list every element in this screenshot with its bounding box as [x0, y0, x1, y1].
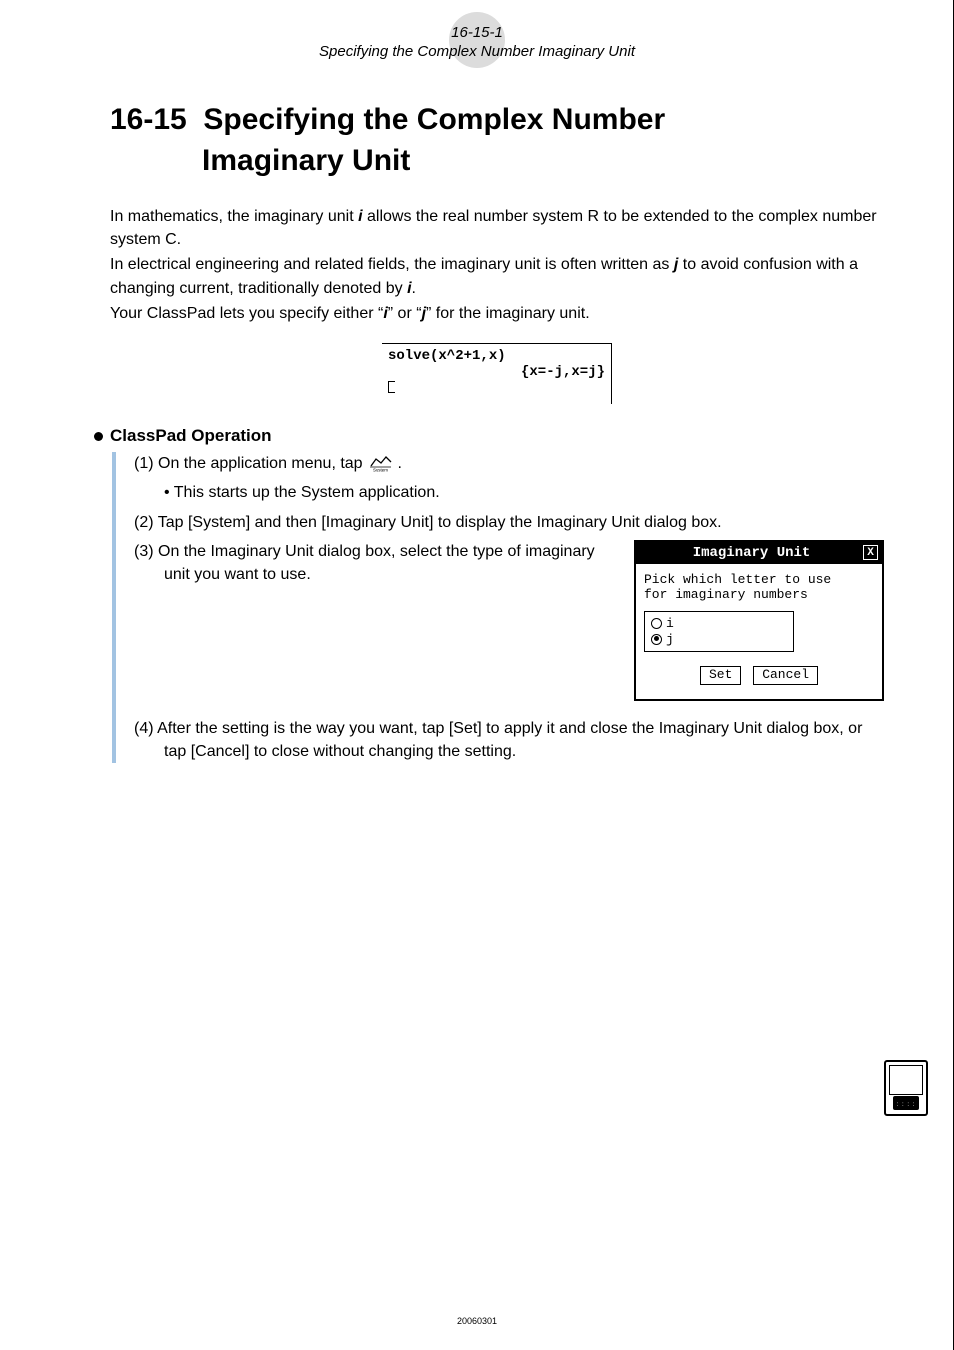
cancel-button[interactable]: Cancel: [753, 666, 818, 685]
page-header: 16-15-1 Specifying the Complex Number Im…: [0, 0, 954, 60]
section-title-line1: Specifying the Complex Number: [203, 100, 665, 141]
header-subtitle: Specifying the Complex Number Imaginary …: [0, 43, 954, 60]
intro-paragraph-3: Your ClassPad lets you specify either “i…: [110, 302, 884, 325]
solve-result-line: {x=-j,x=j}: [388, 364, 605, 380]
solve-output-figure: solve(x^2+1,x) {x=-j,x=j}: [382, 343, 612, 404]
operation-step-2: (2) Tap [System] and then [Imaginary Uni…: [134, 511, 884, 534]
radio-icon: [651, 618, 662, 629]
calculator-device-icon: : : : :: [884, 1060, 932, 1120]
header-page-number: 16-15-1: [0, 24, 954, 41]
radio-group: i j: [644, 611, 794, 652]
operation-step-1-sub: • This starts up the System application.: [134, 481, 884, 504]
operation-step-4: (4) After the setting is the way you wan…: [134, 717, 884, 763]
operation-step-3: (3) On the Imaginary Unit dialog box, se…: [134, 540, 614, 586]
dialog-titlebar: Imaginary Unit X: [636, 542, 882, 564]
intro-paragraph-1: In mathematics, the imaginary unit i all…: [110, 205, 884, 251]
solve-input-line: solve(x^2+1,x): [388, 348, 605, 364]
operation-heading: ClassPad Operation: [110, 426, 884, 446]
radio-option-i[interactable]: i: [651, 616, 787, 632]
dialog-title-text: Imaginary Unit: [640, 545, 863, 561]
operation-step-1: (1) On the application menu, tap System …: [134, 452, 884, 475]
imaginary-unit-dialog: Imaginary Unit X Pick which letter to us…: [634, 540, 884, 701]
system-app-icon: System: [367, 454, 393, 472]
close-icon[interactable]: X: [863, 545, 878, 560]
cursor-icon: [388, 381, 395, 393]
set-button[interactable]: Set: [700, 666, 741, 685]
radio-option-j[interactable]: j: [651, 632, 787, 648]
dialog-prompt: Pick which letter to use for imaginary n…: [644, 572, 874, 603]
section-number: 16-15: [110, 100, 187, 141]
radio-icon: [651, 634, 662, 645]
svg-text:System: System: [373, 468, 388, 473]
section-title: 16-15 Specifying the Complex Number Imag…: [110, 100, 884, 181]
intro-paragraph-2: In electrical engineering and related fi…: [110, 253, 884, 299]
section-title-line2: Imaginary Unit: [110, 141, 884, 182]
operation-steps-block: (1) On the application menu, tap System …: [112, 452, 884, 763]
footer-date: 20060301: [0, 1316, 954, 1326]
